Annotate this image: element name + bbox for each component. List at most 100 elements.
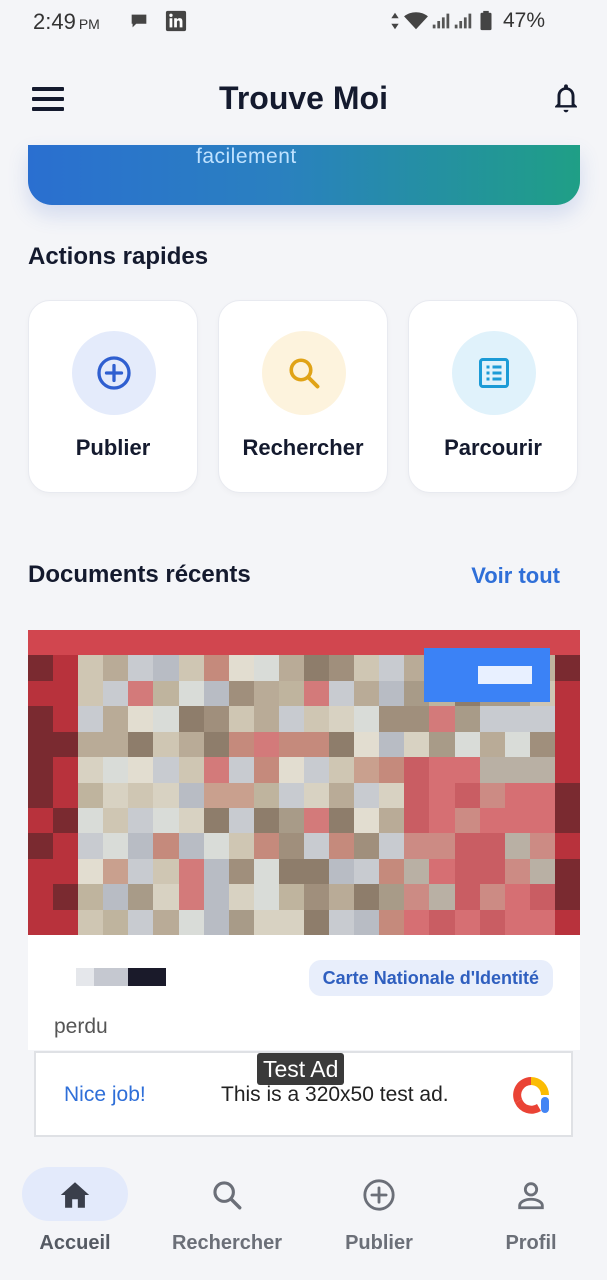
image-pixel bbox=[178, 630, 205, 657]
image-pixel bbox=[278, 757, 305, 784]
nav-item-home[interactable]: Accueil bbox=[0, 1150, 150, 1280]
image-pixel bbox=[103, 757, 130, 784]
image-pixel bbox=[304, 680, 331, 708]
image-pixel bbox=[354, 909, 381, 935]
image-pixel bbox=[404, 858, 431, 886]
image-pixel bbox=[479, 858, 506, 886]
search-icon bbox=[213, 1181, 242, 1210]
quick-action-label: Parcourir bbox=[444, 435, 542, 460]
list-icon bbox=[479, 358, 509, 388]
image-pixel bbox=[429, 782, 456, 809]
nav-item-profile[interactable]: Profil bbox=[456, 1150, 606, 1280]
image-pixel bbox=[78, 909, 105, 935]
image-pixel bbox=[53, 731, 80, 759]
image-pixel bbox=[329, 630, 356, 657]
image-pixel bbox=[429, 884, 456, 911]
image-pixel bbox=[253, 706, 280, 733]
nav-label: Publier bbox=[345, 1232, 413, 1254]
image-pixel bbox=[554, 884, 580, 911]
image-pixel bbox=[329, 909, 356, 935]
image-pixel bbox=[278, 680, 305, 708]
image-pixel bbox=[379, 706, 406, 733]
image-pixel bbox=[429, 833, 456, 860]
image-pixel bbox=[128, 782, 155, 809]
image-pixel bbox=[379, 807, 406, 835]
notification-bell-icon[interactable] bbox=[551, 82, 581, 116]
image-pixel bbox=[354, 757, 381, 784]
nav-item-publish[interactable]: Publier bbox=[304, 1150, 454, 1280]
image-pixel bbox=[178, 909, 205, 935]
image-pixel bbox=[203, 807, 230, 835]
image-pixel bbox=[28, 858, 55, 886]
image-pixel bbox=[379, 630, 406, 657]
image-pixel bbox=[253, 731, 280, 759]
bottom-navigation: Accueil Rechercher Publier Profil bbox=[0, 1150, 607, 1280]
nav-label: Accueil bbox=[39, 1232, 111, 1254]
image-pixel bbox=[128, 833, 155, 860]
image-pixel bbox=[203, 655, 230, 682]
image-pixel bbox=[103, 655, 130, 682]
image-pixel bbox=[178, 833, 205, 860]
image-pixel bbox=[404, 909, 431, 935]
image-pixel bbox=[354, 706, 381, 733]
image-pixel bbox=[554, 833, 580, 860]
image-pixel bbox=[354, 807, 381, 835]
battery-percent: 47% bbox=[502, 9, 545, 32]
image-pixel bbox=[304, 757, 331, 784]
image-pixel bbox=[429, 706, 456, 733]
image-pixel bbox=[479, 731, 506, 759]
image-pixel bbox=[53, 655, 80, 682]
quick-action-search[interactable]: Rechercher bbox=[218, 300, 388, 493]
image-pixel bbox=[53, 909, 80, 935]
image-pixel bbox=[404, 757, 431, 784]
image-pixel bbox=[329, 757, 356, 784]
image-pixel bbox=[354, 731, 381, 759]
image-pixel bbox=[404, 731, 431, 759]
image-pixel bbox=[554, 680, 580, 708]
document-card[interactable]: Carte Nationale d'Identité perdu bbox=[28, 630, 580, 1050]
quick-action-browse[interactable]: Parcourir bbox=[408, 300, 578, 493]
image-pixel bbox=[329, 884, 356, 911]
image-pixel bbox=[454, 757, 481, 784]
image-pixel bbox=[53, 680, 80, 708]
image-pixel bbox=[28, 706, 55, 733]
image-pixel bbox=[153, 807, 180, 835]
wifi-icon bbox=[404, 12, 428, 30]
ad-cta[interactable]: Nice job! bbox=[64, 1083, 146, 1107]
image-pixel bbox=[178, 782, 205, 809]
image-pixel bbox=[379, 884, 406, 911]
image-pixel bbox=[178, 731, 205, 759]
chat-notification-icon bbox=[131, 14, 147, 28]
redacted-document-name bbox=[76, 968, 166, 986]
image-pixel bbox=[554, 807, 580, 835]
image-pixel bbox=[529, 858, 556, 886]
image-pixel bbox=[529, 833, 556, 860]
time-ampm: PM bbox=[78, 16, 100, 32]
image-pixel bbox=[429, 731, 456, 759]
image-pixel bbox=[78, 782, 105, 809]
image-pixel bbox=[354, 884, 381, 911]
person-icon bbox=[518, 1182, 544, 1210]
image-pixel bbox=[203, 858, 230, 886]
image-pixel bbox=[479, 833, 506, 860]
image-pixel bbox=[354, 858, 381, 886]
nav-item-search[interactable]: Rechercher bbox=[152, 1150, 302, 1280]
image-pixel bbox=[479, 757, 506, 784]
image-pixel bbox=[103, 680, 130, 708]
image-pixel bbox=[228, 884, 255, 911]
image-pixel bbox=[379, 757, 406, 784]
image-pixel bbox=[479, 706, 506, 733]
image-pixel bbox=[354, 833, 381, 860]
image-pixel bbox=[53, 757, 80, 784]
image-pixel bbox=[253, 782, 280, 809]
image-pixel bbox=[429, 909, 456, 935]
image-pixel bbox=[28, 655, 55, 682]
nav-label: Profil bbox=[505, 1232, 557, 1254]
signal-icon-2 bbox=[454, 13, 472, 29]
quick-action-publish[interactable]: Publier bbox=[28, 300, 198, 493]
image-pixel bbox=[504, 782, 531, 809]
image-pixel bbox=[379, 655, 406, 682]
image-pixel bbox=[78, 807, 105, 835]
see-all-link[interactable]: Voir tout bbox=[471, 563, 560, 589]
image-pixel bbox=[454, 782, 481, 809]
